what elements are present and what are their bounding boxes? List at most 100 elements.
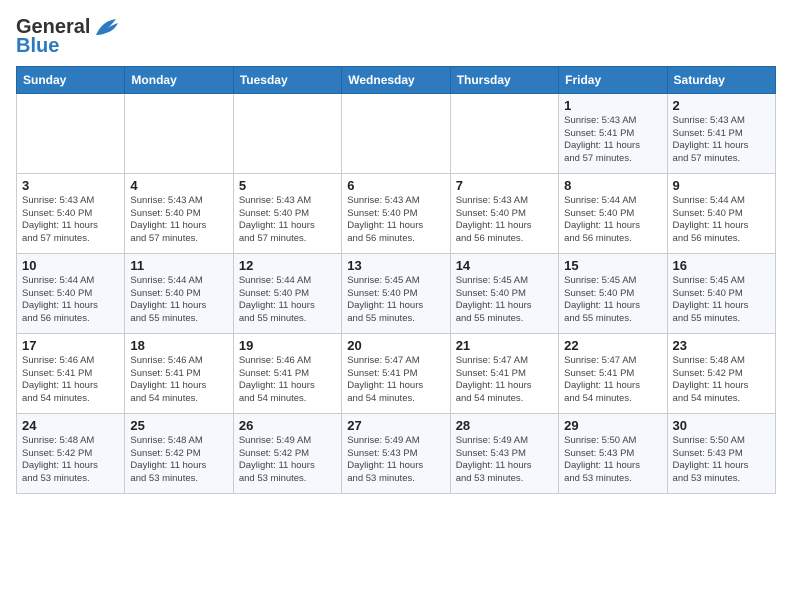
day-info: Sunrise: 5:44 AMSunset: 5:40 PMDaylight:… (22, 275, 119, 326)
day-info: Sunrise: 5:43 AMSunset: 5:41 PMDaylight:… (564, 115, 661, 166)
day-number: 22 (564, 338, 661, 353)
calendar-week-4: 17 Sunrise: 5:46 AMSunset: 5:41 PMDayligh… (17, 333, 776, 413)
day-number: 4 (130, 178, 227, 193)
day-info: Sunrise: 5:45 AMSunset: 5:40 PMDaylight:… (456, 275, 553, 326)
logo-blue-text: Blue (16, 35, 59, 58)
day-number: 28 (456, 418, 553, 433)
day-info: Sunrise: 5:43 AMSunset: 5:40 PMDaylight:… (22, 195, 119, 246)
day-info: Sunrise: 5:43 AMSunset: 5:40 PMDaylight:… (239, 195, 336, 246)
day-number: 15 (564, 258, 661, 273)
logo: General Blue (16, 16, 120, 58)
calendar-cell: 14 Sunrise: 5:45 AMSunset: 5:40 PMDayligh… (450, 253, 558, 333)
day-number: 2 (673, 98, 770, 113)
calendar-cell: 16Sunrise: 5:45 AMSunset: 5:40 PMDayligh… (667, 253, 775, 333)
day-info: Sunrise: 5:49 AMSunset: 5:43 PMDaylight:… (347, 435, 444, 486)
day-number: 7 (456, 178, 553, 193)
calendar-cell: 24 Sunrise: 5:48 AMSunset: 5:42 PMDayligh… (17, 413, 125, 493)
day-number: 26 (239, 418, 336, 433)
calendar-cell: 10 Sunrise: 5:44 AMSunset: 5:40 PMDayligh… (17, 253, 125, 333)
day-number: 21 (456, 338, 553, 353)
day-number: 30 (673, 418, 770, 433)
day-info: Sunrise: 5:48 AMSunset: 5:42 PMDaylight:… (22, 435, 119, 486)
calendar-cell: 22 Sunrise: 5:47 AMSunset: 5:41 PMDayligh… (559, 333, 667, 413)
day-number: 6 (347, 178, 444, 193)
day-info: Sunrise: 5:43 AMSunset: 5:41 PMDaylight:… (673, 115, 770, 166)
day-info: Sunrise: 5:46 AMSunset: 5:41 PMDaylight:… (239, 355, 336, 406)
day-number: 18 (130, 338, 227, 353)
weekday-header-wednesday: Wednesday (342, 66, 450, 93)
weekday-header-friday: Friday (559, 66, 667, 93)
day-number: 8 (564, 178, 661, 193)
day-number: 1 (564, 98, 661, 113)
day-number: 3 (22, 178, 119, 193)
calendar-cell (17, 93, 125, 173)
day-number: 13 (347, 258, 444, 273)
calendar-cell: 21 Sunrise: 5:47 AMSunset: 5:41 PMDayligh… (450, 333, 558, 413)
day-number: 24 (22, 418, 119, 433)
calendar-cell: 17Sunrise: 5:46 AMSunset: 5:41 PMDayligh… (17, 333, 125, 413)
day-number: 17 (22, 338, 119, 353)
day-info: Sunrise: 5:43 AMSunset: 5:40 PMDaylight:… (347, 195, 444, 246)
day-number: 16 (673, 258, 770, 273)
calendar-week-5: 24 Sunrise: 5:48 AMSunset: 5:42 PMDayligh… (17, 413, 776, 493)
weekday-header-sunday: Sunday (17, 66, 125, 93)
day-number: 5 (239, 178, 336, 193)
calendar-cell: 18Sunrise: 5:46 AMSunset: 5:41 PMDayligh… (125, 333, 233, 413)
day-info: Sunrise: 5:44 AMSunset: 5:40 PMDaylight:… (673, 195, 770, 246)
day-info: Sunrise: 5:49 AMSunset: 5:42 PMDaylight:… (239, 435, 336, 486)
calendar-cell (450, 93, 558, 173)
calendar-cell: 25 Sunrise: 5:48 AMSunset: 5:42 PMDayligh… (125, 413, 233, 493)
calendar-cell: 5 Sunrise: 5:43 AMSunset: 5:40 PMDaylight… (233, 173, 341, 253)
calendar-cell: 23 Sunrise: 5:48 AMSunset: 5:42 PMDayligh… (667, 333, 775, 413)
weekday-header-saturday: Saturday (667, 66, 775, 93)
day-number: 19 (239, 338, 336, 353)
day-info: Sunrise: 5:47 AMSunset: 5:41 PMDaylight:… (564, 355, 661, 406)
calendar-cell: 30 Sunrise: 5:50 AMSunset: 5:43 PMDayligh… (667, 413, 775, 493)
calendar-week-2: 3 Sunrise: 5:43 AMSunset: 5:40 PMDaylight… (17, 173, 776, 253)
day-info: Sunrise: 5:50 AMSunset: 5:43 PMDaylight:… (673, 435, 770, 486)
calendar-cell: 11 Sunrise: 5:44 AMSunset: 5:40 PMDayligh… (125, 253, 233, 333)
calendar-cell: 19 Sunrise: 5:46 AMSunset: 5:41 PMDayligh… (233, 333, 341, 413)
day-number: 14 (456, 258, 553, 273)
day-number: 10 (22, 258, 119, 273)
calendar-cell: 12 Sunrise: 5:44 AMSunset: 5:40 PMDayligh… (233, 253, 341, 333)
calendar-cell: 27Sunrise: 5:49 AMSunset: 5:43 PMDayligh… (342, 413, 450, 493)
weekday-header-thursday: Thursday (450, 66, 558, 93)
day-info: Sunrise: 5:48 AMSunset: 5:42 PMDaylight:… (130, 435, 227, 486)
day-info: Sunrise: 5:44 AMSunset: 5:40 PMDaylight:… (564, 195, 661, 246)
day-info: Sunrise: 5:48 AMSunset: 5:42 PMDaylight:… (673, 355, 770, 406)
day-number: 12 (239, 258, 336, 273)
day-info: Sunrise: 5:45 AMSunset: 5:40 PMDaylight:… (347, 275, 444, 326)
calendar-cell: 9 Sunrise: 5:44 AMSunset: 5:40 PMDaylight… (667, 173, 775, 253)
calendar-table: SundayMondayTuesdayWednesdayThursdayFrid… (16, 66, 776, 494)
calendar-cell (233, 93, 341, 173)
calendar-cell: 13 Sunrise: 5:45 AMSunset: 5:40 PMDayligh… (342, 253, 450, 333)
calendar-cell: 6 Sunrise: 5:43 AMSunset: 5:40 PMDaylight… (342, 173, 450, 253)
calendar-header: SundayMondayTuesdayWednesdayThursdayFrid… (17, 66, 776, 93)
day-number: 29 (564, 418, 661, 433)
calendar-week-1: 1 Sunrise: 5:43 AMSunset: 5:41 PMDaylight… (17, 93, 776, 173)
weekday-header-tuesday: Tuesday (233, 66, 341, 93)
logo-bird-icon (92, 17, 120, 39)
day-number: 23 (673, 338, 770, 353)
calendar-cell: 29 Sunrise: 5:50 AMSunset: 5:43 PMDayligh… (559, 413, 667, 493)
day-info: Sunrise: 5:47 AMSunset: 5:41 PMDaylight:… (347, 355, 444, 406)
day-number: 9 (673, 178, 770, 193)
day-info: Sunrise: 5:44 AMSunset: 5:40 PMDaylight:… (239, 275, 336, 326)
page-header: General Blue (16, 16, 776, 58)
day-info: Sunrise: 5:50 AMSunset: 5:43 PMDaylight:… (564, 435, 661, 486)
day-number: 25 (130, 418, 227, 433)
calendar-cell: 15 Sunrise: 5:45 AMSunset: 5:40 PMDayligh… (559, 253, 667, 333)
calendar-cell: 8 Sunrise: 5:44 AMSunset: 5:40 PMDaylight… (559, 173, 667, 253)
day-info: Sunrise: 5:43 AMSunset: 5:40 PMDaylight:… (130, 195, 227, 246)
calendar-cell: 2 Sunrise: 5:43 AMSunset: 5:41 PMDaylight… (667, 93, 775, 173)
day-info: Sunrise: 5:45 AMSunset: 5:40 PMDaylight:… (564, 275, 661, 326)
calendar-cell: 7Sunrise: 5:43 AMSunset: 5:40 PMDaylight… (450, 173, 558, 253)
calendar-week-3: 10 Sunrise: 5:44 AMSunset: 5:40 PMDayligh… (17, 253, 776, 333)
day-info: Sunrise: 5:47 AMSunset: 5:41 PMDaylight:… (456, 355, 553, 406)
calendar-cell: 1 Sunrise: 5:43 AMSunset: 5:41 PMDaylight… (559, 93, 667, 173)
day-info: Sunrise: 5:44 AMSunset: 5:40 PMDaylight:… (130, 275, 227, 326)
calendar-cell: 28Sunrise: 5:49 AMSunset: 5:43 PMDayligh… (450, 413, 558, 493)
calendar-cell: 26 Sunrise: 5:49 AMSunset: 5:42 PMDayligh… (233, 413, 341, 493)
day-number: 11 (130, 258, 227, 273)
